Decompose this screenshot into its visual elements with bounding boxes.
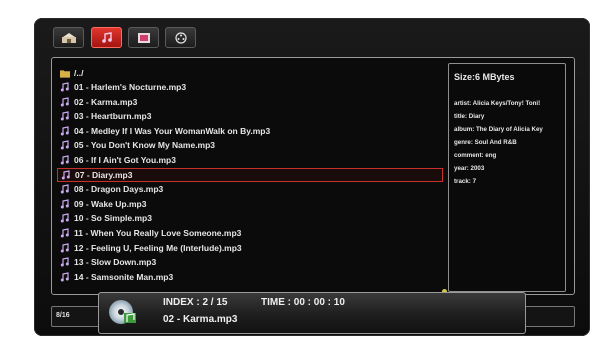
track-label: 09 - Wake Up.mp3 <box>74 198 147 209</box>
music-note-icon <box>60 82 70 92</box>
track-label: 02 - Karma.mp3 <box>74 96 138 107</box>
now-playing-time: TIME : 00 : 00 : 10 <box>261 297 345 308</box>
tab-photo[interactable] <box>53 27 84 48</box>
photo-icon <box>61 32 76 43</box>
music-note-icon <box>60 140 70 150</box>
media-player-screen: /../ 01 - Harlem's Nocturne.mp3 02 - Karm… <box>0 0 610 344</box>
track-label: 12 - Feeling U, Feeling Me (Interlude).m… <box>74 242 242 253</box>
music-note-icon <box>60 126 70 136</box>
track-label: 13 - Slow Down.mp3 <box>74 257 157 268</box>
track-label: 05 - You Don't Know My Name.mp3 <box>74 140 216 151</box>
track-item[interactable]: 10 - So Simple.mp3 <box>60 211 440 225</box>
track-item[interactable]: 11 - When You Really Love Someone.mp3 <box>60 226 440 240</box>
file-size: Size:6 MBytes <box>454 72 515 82</box>
selected-track-item[interactable]: 07 - Diary.mp3 <box>57 167 443 182</box>
music-note-icon <box>60 155 70 165</box>
track-item[interactable]: 03 - Heartburn.mp3 <box>60 109 440 123</box>
track-item[interactable]: 06 - If I Ain't Got You.mp3 <box>60 153 440 167</box>
track-item[interactable]: 08 - Dragon Days.mp3 <box>60 182 440 196</box>
track-label: 10 - So Simple.mp3 <box>74 213 152 224</box>
music-note-icon <box>60 184 70 194</box>
info-comment: comment: eng <box>454 152 497 159</box>
track-label: 11 - When You Really Love Someone.mp3 <box>74 228 242 238</box>
file-info-panel: Size:6 MBytes artist: Alicia Keys/Tony! … <box>448 63 566 292</box>
info-artist: artist: Alicia Keys/Tony! Toni! <box>454 100 541 107</box>
info-genre: genre: Soul And R&B <box>454 139 517 146</box>
film-icon <box>137 32 150 43</box>
music-note-icon <box>60 96 70 107</box>
track-label: 07 - Diary.mp3 <box>75 169 133 180</box>
tab-video[interactable] <box>128 27 159 48</box>
info-track: track: 7 <box>454 178 477 185</box>
track-item[interactable]: 13 - Slow Down.mp3 <box>60 255 440 269</box>
reel-icon <box>174 31 187 44</box>
info-year: year: 2003 <box>454 165 485 172</box>
parent-folder-label: /../ <box>74 68 84 78</box>
track-label: 08 - Dragon Days.mp3 <box>74 184 164 195</box>
track-label: 14 - Samsonite Man.mp3 <box>74 271 174 282</box>
track-item[interactable]: 14 - Samsonite Man.mp3 <box>60 270 440 284</box>
track-item[interactable]: 09 - Wake Up.mp3 <box>60 197 440 211</box>
tab-all-media[interactable] <box>165 27 196 48</box>
track-label: 06 - If I Ain't Got You.mp3 <box>74 155 176 165</box>
file-list[interactable]: /../ 01 - Harlem's Nocturne.mp3 02 - Karm… <box>56 62 448 288</box>
music-note-icon <box>60 228 70 238</box>
track-label: 01 - Harlem's Nocturne.mp3 <box>74 82 187 92</box>
music-note-icon <box>60 199 70 209</box>
parent-folder-item[interactable]: /../ <box>60 66 440 80</box>
info-album: album: The Diary of Alicia Key <box>454 126 543 133</box>
cd-icon <box>109 300 136 324</box>
music-note-icon <box>60 242 70 253</box>
tab-music[interactable] <box>91 27 122 48</box>
music-note-icon <box>60 272 70 282</box>
track-item[interactable]: 05 - You Don't Know My Name.mp3 <box>60 138 440 152</box>
info-title: title: Diary <box>454 113 485 120</box>
music-note-icon <box>61 169 71 180</box>
track-label: 04 - Medley If I Was Your WomanWalk on B… <box>74 125 271 136</box>
now-playing-popup: INDEX : 2 / 15 TIME : 00 : 00 : 10 02 - … <box>98 292 526 334</box>
track-item[interactable]: 12 - Feeling U, Feeling Me (Interlude).m… <box>60 241 440 255</box>
music-note-icon <box>60 111 70 121</box>
music-note-icon <box>60 213 70 223</box>
item-count: 8/16 <box>56 312 70 319</box>
now-playing-index: INDEX : 2 / 15 <box>163 297 228 308</box>
folder-icon <box>60 68 70 78</box>
track-label: 03 - Heartburn.mp3 <box>74 111 152 122</box>
music-note-icon <box>60 257 70 267</box>
track-item[interactable]: 02 - Karma.mp3 <box>60 95 440 109</box>
now-playing-track: 02 - Karma.mp3 <box>163 314 238 325</box>
music-note-icon <box>101 31 112 43</box>
track-item[interactable]: 01 - Harlem's Nocturne.mp3 <box>60 80 440 94</box>
track-item[interactable]: 04 - Medley If I Was Your WomanWalk on B… <box>60 124 440 138</box>
